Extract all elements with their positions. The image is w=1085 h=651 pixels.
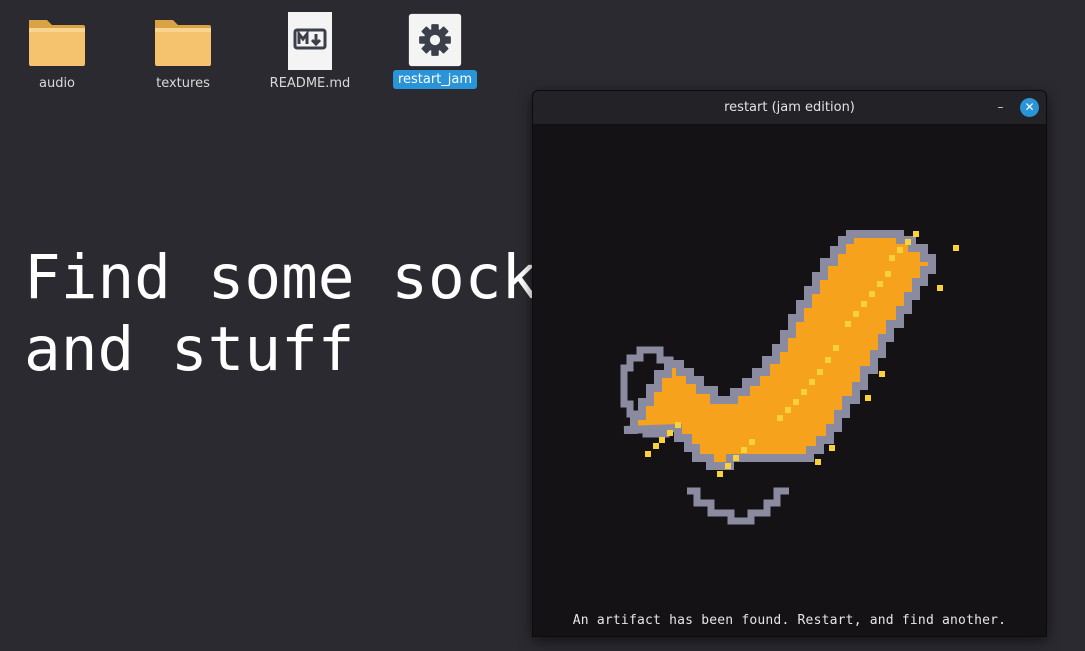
desktop-icon-restart-jam[interactable]: restart_jam: [380, 12, 490, 89]
folder-icon: [29, 20, 85, 66]
game-canvas[interactable]: An artifact has been found. Restart, and…: [533, 125, 1046, 636]
close-button[interactable]: ✕: [1020, 98, 1039, 117]
desktop-icon-readme[interactable]: README.md: [255, 8, 365, 93]
desktop-icon-textures[interactable]: textures: [128, 12, 238, 93]
desktop-icon-label: textures: [156, 76, 210, 91]
game-window[interactable]: restart (jam edition) – ✕ An artifact ha…: [532, 90, 1047, 637]
game-caption: An artifact has been found. Restart, and…: [572, 613, 1007, 628]
sock-artifact-icon: [620, 230, 959, 525]
gear-icon: [408, 13, 462, 67]
desktop-icon-audio[interactable]: audio: [2, 12, 112, 93]
window-titlebar[interactable]: restart (jam edition) – ✕: [533, 91, 1046, 125]
window-title: restart (jam edition): [724, 100, 855, 115]
markdown-file-icon: [288, 12, 332, 70]
minimize-button[interactable]: –: [991, 98, 1010, 117]
desktop-icon-label: audio: [38, 76, 76, 91]
desktop-headline: Find some socks and stuff: [24, 242, 575, 386]
headline-line: Find some socks: [24, 242, 575, 313]
folder-icon: [155, 20, 211, 66]
headline-line: and stuff: [24, 314, 355, 385]
desktop: audio textures README.md restart_jam Fin…: [0, 0, 1085, 651]
desktop-icon-label: README.md: [269, 76, 351, 91]
desktop-icon-label: restart_jam: [392, 70, 478, 89]
